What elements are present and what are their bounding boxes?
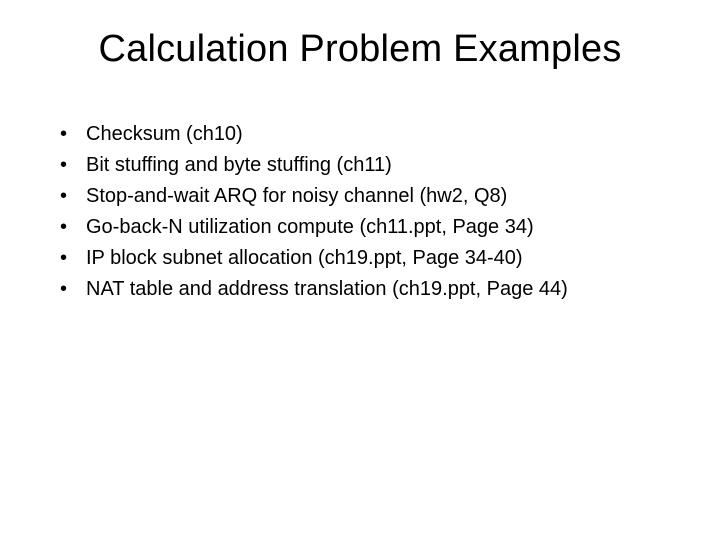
bullet-icon: • <box>58 243 86 274</box>
bullet-icon: • <box>58 181 86 212</box>
list-item: • IP block subnet allocation (ch19.ppt, … <box>58 243 680 274</box>
bullet-text: Checksum (ch10) <box>86 119 243 150</box>
slide-title: Calculation Problem Examples <box>40 28 680 71</box>
bullet-text: Go-back-N utilization compute (ch11.ppt,… <box>86 212 534 243</box>
list-item: • Stop-and-wait ARQ for noisy channel (h… <box>58 181 680 212</box>
bullet-text: IP block subnet allocation (ch19.ppt, Pa… <box>86 243 523 274</box>
bullet-list: • Checksum (ch10) • Bit stuffing and byt… <box>40 119 680 305</box>
list-item: • Bit stuffing and byte stuffing (ch11) <box>58 150 680 181</box>
slide: Calculation Problem Examples • Checksum … <box>0 0 720 540</box>
list-item: • Go-back-N utilization compute (ch11.pp… <box>58 212 680 243</box>
bullet-icon: • <box>58 150 86 181</box>
bullet-icon: • <box>58 274 86 305</box>
bullet-icon: • <box>58 119 86 150</box>
bullet-text: Bit stuffing and byte stuffing (ch11) <box>86 150 392 181</box>
bullet-text: Stop-and-wait ARQ for noisy channel (hw2… <box>86 181 507 212</box>
bullet-text: NAT table and address translation (ch19.… <box>86 274 568 305</box>
list-item: • Checksum (ch10) <box>58 119 680 150</box>
bullet-icon: • <box>58 212 86 243</box>
list-item: • NAT table and address translation (ch1… <box>58 274 680 305</box>
